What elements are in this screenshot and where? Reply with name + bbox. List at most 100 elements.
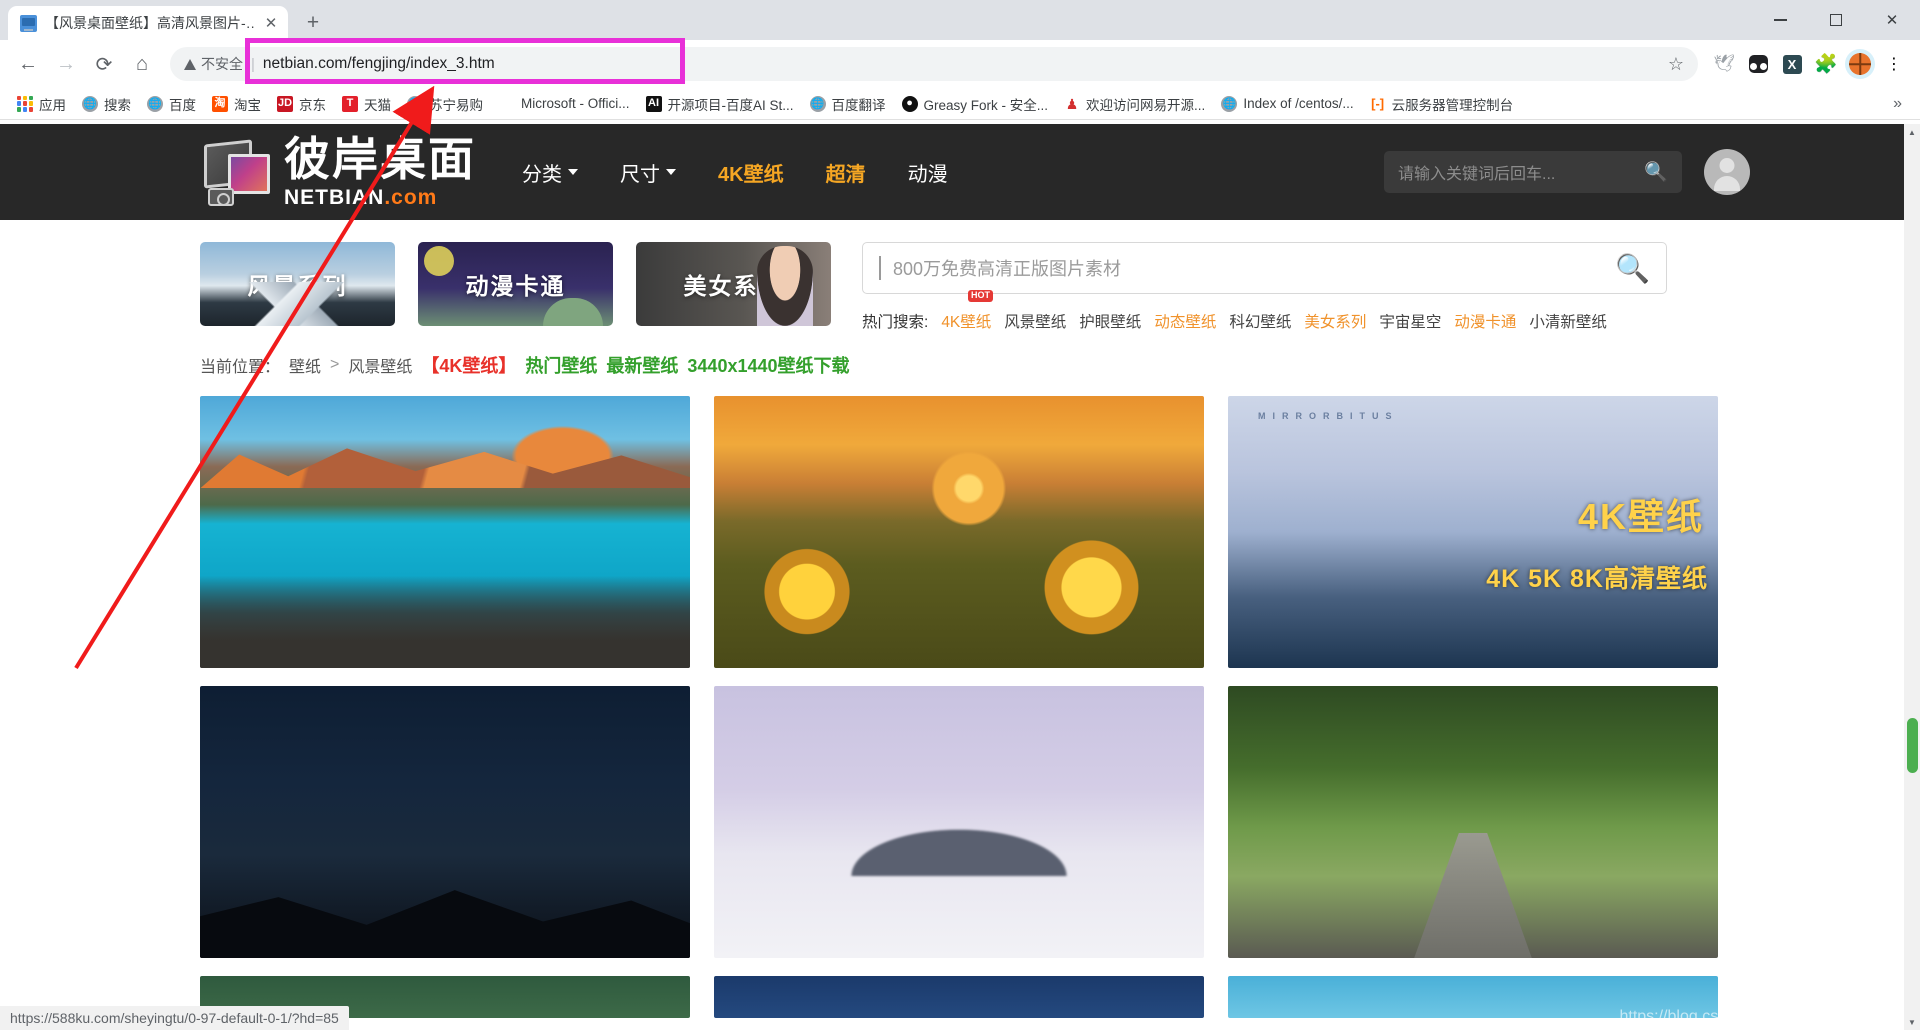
browser-tab[interactable]: 【风景桌面壁纸】高清风景图片-… ✕	[8, 6, 288, 40]
nav-item-category[interactable]: 分类	[522, 158, 578, 187]
search-column: 800万免费高清正版图片素材 🔍 HOT 热门搜索: 4K壁纸 风景壁纸 护眼壁…	[862, 242, 1667, 332]
home-icon[interactable]: ⌂	[124, 46, 160, 82]
globe-icon: 🌐	[82, 95, 98, 112]
site-logo[interactable]: 彼岸桌面 NETBIAN.com	[200, 136, 476, 208]
nav-item-ultrahd[interactable]: 超清	[826, 158, 866, 187]
breadcrumb-prefix: 当前位置：	[200, 359, 281, 376]
bookmark-label: 天猫	[364, 97, 391, 113]
hot-tag[interactable]: 小清新壁纸	[1529, 310, 1607, 332]
puzzle-icon[interactable]: 🧩	[1810, 48, 1842, 80]
chevron-down-icon	[568, 169, 578, 175]
reload-icon[interactable]: ⟳	[86, 46, 122, 82]
breadcrumb-root[interactable]: 壁纸	[289, 353, 321, 377]
bookmark-search[interactable]: 🌐 搜索	[75, 91, 138, 117]
hot-tag[interactable]: 风景壁纸	[1004, 310, 1066, 332]
wallpaper-thumb-night-mountain[interactable]	[200, 686, 690, 958]
tab-title: 【风景桌面壁纸】高清风景图片-…	[45, 15, 254, 31]
minimize-button[interactable]	[1752, 0, 1808, 40]
address-bar[interactable]: 不安全 | netbian.com/fengjing/index_3.htm ☆	[170, 47, 1698, 81]
maximize-button[interactable]	[1808, 0, 1864, 40]
breadcrumb-tag-3440[interactable]: 3440x1440壁纸下载	[687, 352, 849, 378]
bookmark-jd[interactable]: JD 京东	[270, 91, 333, 117]
bookmark-tmall[interactable]: T 天猫	[335, 91, 398, 117]
bookmarks-overflow-button[interactable]: »	[1885, 95, 1910, 113]
monitor-icon	[20, 14, 37, 32]
panda-icon[interactable]	[1742, 48, 1774, 80]
bookmark-baidu-ai[interactable]: AI 开源项目-百度AI St...	[639, 91, 801, 117]
window-controls: ✕	[1752, 0, 1920, 40]
bookmark-label: 淘宝	[234, 97, 261, 113]
nav-item-anime[interactable]: 动漫	[908, 158, 948, 187]
hot-tag[interactable]: 护眼壁纸	[1079, 310, 1141, 332]
search-icon[interactable]: 🔍	[1644, 160, 1668, 184]
hot-tag[interactable]: 宇宙星空	[1379, 310, 1441, 332]
bookmark-baidu-fanyi[interactable]: 🌐 百度翻译	[803, 91, 893, 117]
breadcrumb-current[interactable]: 风景壁纸	[348, 353, 412, 377]
nav-label: 分类	[522, 163, 562, 186]
nav-item-size[interactable]: 尺寸	[620, 158, 676, 187]
wallpaper-thumb-forest-road[interactable]	[1228, 686, 1718, 958]
back-icon[interactable]: ←	[10, 46, 46, 82]
search-icon[interactable]: 🔍	[1615, 252, 1650, 285]
omnibox-separator: |	[251, 55, 255, 73]
bookmark-netease[interactable]: ♟ 欢迎访问网易开源...	[1057, 91, 1212, 117]
not-secure-badge[interactable]: 不安全	[184, 54, 243, 74]
scroll-up-icon[interactable]: ▲	[1904, 124, 1920, 140]
forward-icon[interactable]: →	[48, 46, 84, 82]
big-search-input[interactable]: 800万免费高清正版图片素材	[893, 255, 1615, 281]
basketball-icon[interactable]	[1844, 48, 1876, 80]
url-text: netbian.com/fengjing/index_3.htm	[262, 55, 495, 72]
wallpaper-thumb-partial-2[interactable]	[714, 976, 1204, 1018]
user-avatar-icon[interactable]	[1704, 149, 1750, 195]
category-card-anime[interactable]: 动漫卡通	[418, 242, 613, 326]
bookmark-cloud-console[interactable]: [-] 云服务器管理控制台	[1363, 91, 1521, 117]
nav-label: 尺寸	[620, 163, 660, 186]
breadcrumb-tag-hot[interactable]: 热门壁纸	[525, 352, 597, 378]
close-icon[interactable]: ✕	[262, 14, 280, 32]
bookmark-greasyfork[interactable]: ● Greasy Fork - 安全...	[895, 91, 1056, 117]
category-card-beauty[interactable]: 美女系列	[636, 242, 831, 326]
bookmark-label: 云服务器管理控制台	[1391, 97, 1514, 113]
header-search-box[interactable]: 请输入关键词后回车... 🔍	[1384, 151, 1682, 193]
scroll-down-icon[interactable]: ▼	[1904, 1014, 1920, 1030]
hot-tag[interactable]: 科幻壁纸	[1229, 310, 1291, 332]
wallpaper-thumb-mountain-lake[interactable]	[200, 396, 690, 668]
wallpaper-thumb-snow-forest[interactable]	[714, 686, 1204, 958]
hot-search-label: 热门搜索:	[862, 314, 929, 331]
wallpaper-thumb-anime-4k[interactable]: MIRRORBITUS 4K壁纸 4K 5K 8K高清壁纸	[1228, 396, 1718, 668]
globe-icon: 🌐	[1221, 95, 1238, 112]
bookmark-taobao[interactable]: 淘 淘宝	[205, 91, 268, 117]
hot-tag[interactable]: 动态壁纸	[1154, 310, 1216, 332]
bookmark-label: 百度翻译	[831, 97, 886, 113]
bookmark-baidu[interactable]: 🌐 百度	[140, 91, 203, 117]
wallpaper-thumb-partial-3[interactable]	[1228, 976, 1718, 1018]
bookmark-suning[interactable]: 🌐 苏宁易购	[400, 91, 490, 117]
header-search-input[interactable]: 请输入关键词后回车...	[1398, 160, 1634, 184]
x-icon[interactable]: X	[1776, 48, 1808, 80]
menu-icon[interactable]: ⋮	[1878, 48, 1910, 80]
page-content: 彼岸桌面 NETBIAN.com 分类 尺寸 4K壁纸 超清 动漫 请输入关键词…	[0, 124, 1920, 1030]
bookmark-apps[interactable]: 应用	[10, 91, 73, 117]
nav-item-4k[interactable]: 4K壁纸	[718, 158, 784, 187]
bird-icon[interactable]: 🕊	[1708, 48, 1740, 80]
wallpaper-thumb-sunflower-field[interactable]	[714, 396, 1204, 668]
hot-tag[interactable]: 美女系列	[1304, 310, 1366, 332]
close-window-button[interactable]: ✕	[1864, 0, 1920, 40]
big-search-box[interactable]: 800万免费高清正版图片素材 🔍	[862, 242, 1667, 294]
header-search-area: 请输入关键词后回车... 🔍	[1384, 151, 1682, 193]
taobao-icon: 淘	[212, 95, 228, 112]
wallpaper-gallery: MIRRORBITUS 4K壁纸 4K 5K 8K高清壁纸	[0, 378, 1718, 1018]
page-scrollbar[interactable]: ▲ ▼	[1904, 124, 1920, 1030]
scrollbar-thumb[interactable]	[1907, 718, 1918, 773]
breadcrumb-tag-4k[interactable]: 【4K壁纸】	[421, 352, 516, 378]
tmall-icon: T	[342, 95, 358, 112]
bookmark-centos-index[interactable]: 🌐 Index of /centos/...	[1214, 93, 1360, 115]
category-card-label: 动漫卡通	[465, 273, 566, 299]
hot-tag[interactable]: 4K壁纸	[941, 310, 991, 332]
breadcrumb-tag-new[interactable]: 最新壁纸	[606, 352, 678, 378]
bookmark-microsoft[interactable]: Microsoft - Offici...	[492, 93, 637, 115]
new-tab-button[interactable]: +	[298, 8, 328, 38]
bookmark-star-icon[interactable]: ☆	[1668, 54, 1684, 75]
category-card-scenery[interactable]: 风景系列	[200, 242, 395, 326]
hot-tag[interactable]: 动漫卡通	[1454, 310, 1516, 332]
